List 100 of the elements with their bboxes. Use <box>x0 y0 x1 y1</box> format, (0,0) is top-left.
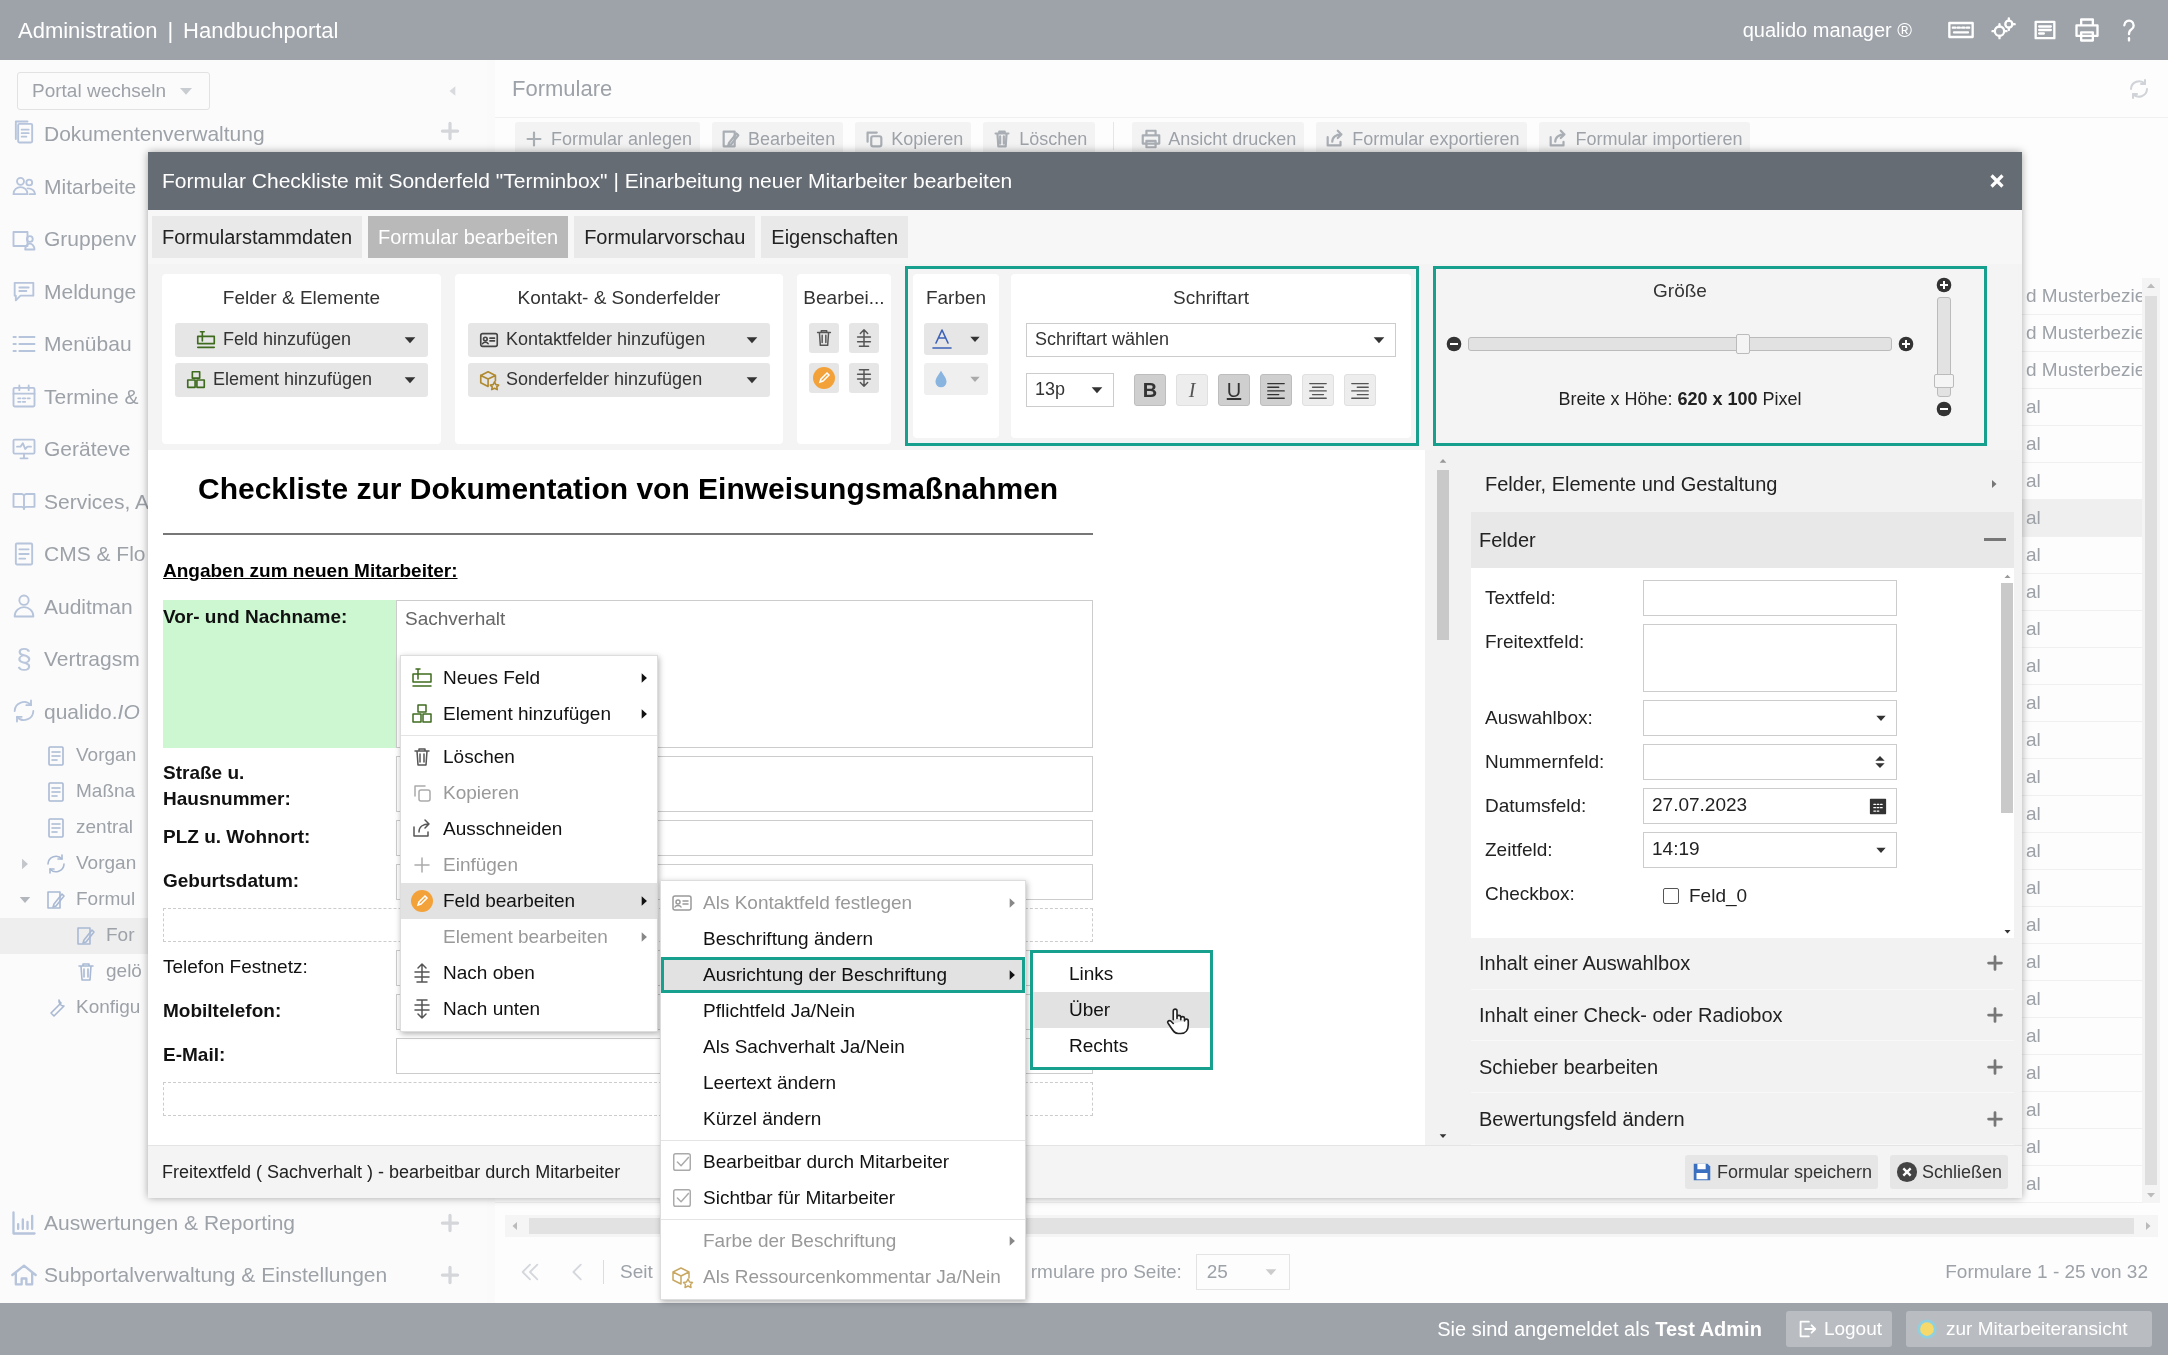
move-down-button[interactable] <box>849 362 879 393</box>
bold-button[interactable]: B <box>1134 373 1166 406</box>
menu-item[interactable]: Feld bearbeiten <box>401 883 657 919</box>
menu-item[interactable]: Element hinzufügen <box>401 696 657 732</box>
menu-item[interactable]: Nach unten <box>401 991 657 1027</box>
scroll-down-icon[interactable] <box>1438 1131 1448 1141</box>
page-label: Seit <box>620 1259 653 1284</box>
plus-circle-icon[interactable] <box>1936 277 1952 293</box>
field-label[interactable]: Vor- und Nachname: <box>163 599 396 748</box>
menu-item[interactable]: Pflichtfeld Ja/Nein <box>661 993 1025 1029</box>
font-size-select[interactable]: 13p <box>1026 372 1114 407</box>
first-page-icon[interactable] <box>519 1261 541 1283</box>
accordion-header[interactable]: Schieber bearbeiten <box>1471 1041 2014 1094</box>
pencil-icon <box>812 365 836 390</box>
align-center-button[interactable] <box>1302 373 1334 406</box>
slider-thumb[interactable] <box>1934 374 1954 389</box>
italic-button[interactable]: I <box>1176 373 1208 406</box>
date-field[interactable]: 27.07.2023 <box>1643 787 1897 824</box>
menu-item[interactable]: Rechts <box>1033 1028 1210 1064</box>
trash-button[interactable] <box>809 322 839 353</box>
table-cell-text: al <box>2026 1097 2042 1122</box>
tab[interactable]: Formularvorschau <box>574 216 756 258</box>
dialog-title: Formular Checkliste mit Sonderfeld "Terminbox" | Einarbeitung neuer Mitarbeiter bearbeiten <box>162 168 1013 195</box>
refresh-icon[interactable] <box>2127 76 2151 101</box>
cubes-icon <box>410 702 434 726</box>
table-cell-text: al <box>2026 912 2042 937</box>
printer-icon <box>1140 128 1163 150</box>
scrollbar-thumb[interactable] <box>1437 470 1449 640</box>
table-cell-text: al <box>2026 727 2042 752</box>
menu-item[interactable]: Beschriftung ändern <box>661 921 1025 957</box>
menu-item[interactable]: Neues Feld <box>401 660 657 696</box>
menu-item[interactable]: Leertext ändern <box>661 1065 1025 1101</box>
field-label[interactable]: Mobiltelefon: <box>163 993 396 1030</box>
circle-icon <box>1916 1318 1938 1340</box>
text-field[interactable] <box>1643 579 1897 616</box>
save-button[interactable]: Formular speichern <box>1684 1155 1878 1189</box>
field-label: Nummernfeld: <box>1485 749 1606 774</box>
stepper-icon[interactable] <box>1872 753 1888 770</box>
add-dropdown-button[interactable]: Feld hinzufügen <box>175 322 428 357</box>
accordion-header[interactable]: Felder <box>1471 511 2014 568</box>
checkbox[interactable] <box>1663 887 1679 904</box>
width-slider[interactable] <box>1468 336 1892 351</box>
add-dropdown-button[interactable]: Sonderfelder hinzufügen <box>468 362 770 397</box>
accordion-header[interactable]: Inhalt einer Check- oder Radiobox <box>1471 989 2014 1042</box>
field-label[interactable]: Telefon Festnetz: <box>163 949 396 986</box>
accordion-header[interactable]: Inhalt einer Auswahlbox <box>1471 937 2014 990</box>
underline-button[interactable]: U <box>1218 373 1250 406</box>
product-name: qualido manager ® <box>1742 18 1912 43</box>
table-cell-text: al <box>2026 616 2042 641</box>
tab[interactable]: Formularstammdaten <box>152 216 363 258</box>
table-cell-text: al <box>2026 505 2042 530</box>
close-button[interactable]: Schließen <box>1889 1155 2008 1189</box>
menu-item[interactable]: Ausschneiden <box>401 811 657 847</box>
plus-circle-icon[interactable] <box>1898 335 1914 352</box>
table-cell-text: al <box>2026 875 2042 900</box>
field-label[interactable]: PLZ u. Wohnort: <box>163 819 396 856</box>
field-label[interactable]: Straße u. Hausnummer: <box>163 755 396 812</box>
pencil-icon <box>410 889 434 913</box>
printer-icon[interactable] <box>2073 16 2101 44</box>
menu-item[interactable]: Über <box>1033 992 1210 1028</box>
text-color-button[interactable] <box>924 322 988 355</box>
menu-item[interactable]: Links <box>1033 956 1210 992</box>
collapse-icon[interactable] <box>1984 538 2006 542</box>
menu-item[interactable]: Kürzel ändern <box>661 1101 1025 1137</box>
add-dropdown-button[interactable]: Element hinzufügen <box>175 362 428 397</box>
checkmark-icon <box>671 1187 693 1209</box>
add-dropdown-button[interactable]: Kontaktfelder hinzufügen <box>468 322 770 357</box>
slider-thumb[interactable] <box>1736 333 1751 354</box>
title-separator: | <box>167 16 174 45</box>
select-field[interactable] <box>1643 699 1897 736</box>
number-field[interactable] <box>1643 743 1897 780</box>
height-slider[interactable] <box>1937 297 1951 397</box>
menu-item[interactable]: Nach oben <box>401 955 657 991</box>
minus-circle-icon[interactable] <box>1936 401 1952 417</box>
login-status: Sie sind angemeldet als Test Admin <box>1437 1317 1762 1342</box>
bar-chart-icon <box>10 1209 38 1237</box>
menu-item[interactable]: Als Sachverhalt Ja/Nein <box>661 1029 1025 1065</box>
refresh-icon <box>44 851 68 876</box>
textarea-field[interactable] <box>1643 623 1897 692</box>
scroll-up-icon[interactable] <box>1438 456 1448 466</box>
fill-color-button[interactable] <box>924 362 988 395</box>
box-star-icon <box>670 1265 694 1289</box>
section-heading: Angaben zum neuen Mitarbeiter: <box>163 559 458 583</box>
pencil-button[interactable] <box>809 362 839 393</box>
menu-item[interactable]: Bearbeitbar durch Mitarbeiter <box>661 1144 1025 1180</box>
portal-name: Handbuchportal <box>183 16 339 45</box>
select-field[interactable]: 14:19 <box>1643 831 1897 868</box>
move-up-button[interactable] <box>849 322 879 353</box>
tab[interactable]: Eigenschaften <box>761 216 909 258</box>
menu-item[interactable]: Sichtbar für Mitarbeiter <box>661 1180 1025 1216</box>
menu-item[interactable]: Ausrichtung der Beschriftung <box>661 957 1025 993</box>
field-label[interactable]: Geburtsdatum: <box>163 863 396 900</box>
table-cell-text: al <box>2026 838 2042 863</box>
field-label[interactable]: E-Mail: <box>163 1037 396 1074</box>
font-select[interactable]: Schriftart wählen <box>1026 322 1396 357</box>
minus-circle-icon[interactable] <box>1446 335 1462 352</box>
align-left-button[interactable] <box>1260 373 1292 406</box>
scrollbar-thumb[interactable] <box>2001 582 2013 813</box>
align-right-button[interactable] <box>1344 373 1376 406</box>
table-cell-text: al <box>2026 690 2042 715</box>
